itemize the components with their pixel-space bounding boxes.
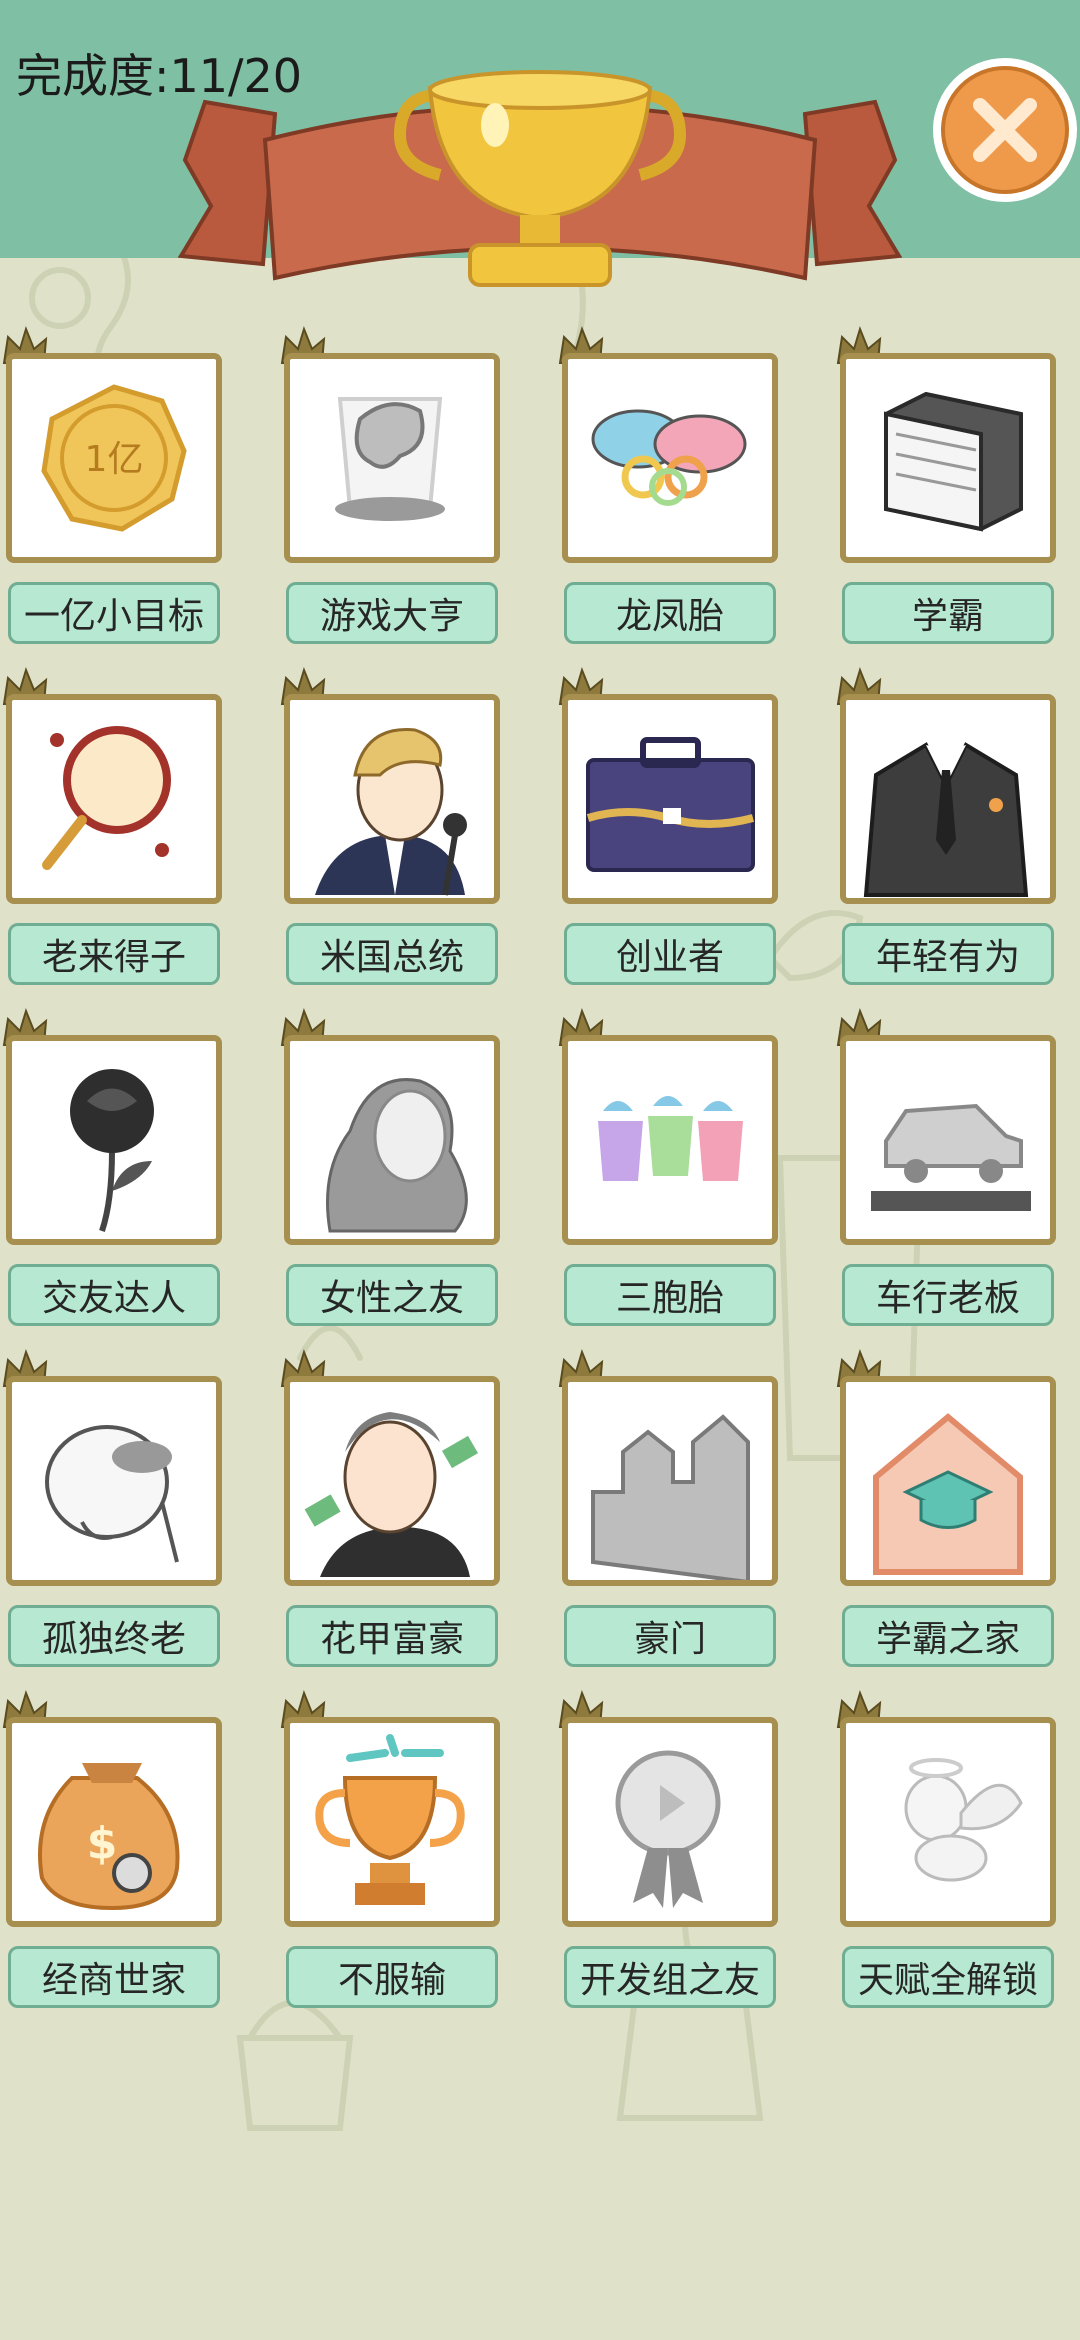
achievement-label: 米国总统 [286,923,498,985]
achievement-label: 开发组之友 [564,1946,776,2008]
achievement-label: 豪门 [564,1605,776,1667]
achievement-tile[interactable] [562,1376,778,1586]
achievement-label: 龙凤胎 [564,582,776,644]
achievement-label: 天赋全解锁 [842,1946,1054,2008]
achievement-tile[interactable] [840,1717,1056,1927]
achievement-tile[interactable] [284,353,500,563]
woman-portrait-icon [326,1078,468,1233]
achievement-label: 交友达人 [8,1264,220,1326]
achievement-tile[interactable] [284,1376,500,1586]
president-speech-icon [315,728,467,896]
achievement-tile[interactable] [840,1376,1056,1586]
close-button[interactable] [930,55,1080,205]
achievement-tile[interactable] [284,694,500,904]
medal-icon [615,1750,721,1908]
svg-text:1亿: 1亿 [85,439,144,480]
achievement-tile[interactable] [6,694,222,904]
achievement-label: 三胞胎 [564,1264,776,1326]
achievement-label: 年轻有为 [842,923,1054,985]
black-rose-icon [70,1069,154,1232]
achievement-label: 学霸之家 [842,1605,1054,1667]
car-showroom-icon [871,1103,1031,1211]
achievement-label: 经商世家 [8,1946,220,2008]
achievement-label: 老来得子 [8,923,220,985]
triplet-bottles-icon [598,1096,743,1181]
svg-text:$: $ [87,1818,118,1869]
achievement-tile[interactable] [840,1035,1056,1245]
achievement-tile[interactable] [284,1035,500,1245]
money-bag-icon: $ [38,1763,180,1911]
lonely-old-man-icon [45,1425,179,1563]
cupid-angel-icon [904,1758,1023,1882]
briefcase-icon [586,737,755,872]
achievement-label: 花甲富豪 [286,1605,498,1667]
achievement-label: 车行老板 [842,1264,1054,1326]
achievement-label: 孤独终老 [8,1605,220,1667]
castle-icon [591,1414,750,1580]
achievement-tile[interactable] [840,353,1056,563]
graduation-house-icon [873,1413,1023,1575]
gold-cup-icon [315,1734,465,1905]
thick-book-icon [884,391,1023,532]
achievement-tile[interactable]: 1亿 [6,353,222,563]
gold-coin-icon: 1亿 [41,384,187,532]
achievement-tile[interactable] [562,694,778,904]
achievement-label: 女性之友 [286,1264,498,1326]
achievement-tile[interactable] [562,1717,778,1927]
rich-old-man-icon [304,1412,478,1577]
suit-icon [863,742,1029,897]
game-controller-trophy-icon [335,397,445,521]
achievement-tile[interactable] [284,1717,500,1927]
achievement-tile[interactable]: $ [6,1717,222,1927]
achievement-tile[interactable] [6,1035,222,1245]
achievement-tile[interactable] [840,694,1056,904]
trophy-ribbon-banner [177,70,903,287]
twin-pacifiers-icon [591,409,747,506]
achievement-tile[interactable] [6,1376,222,1586]
achievement-label: 学霸 [842,582,1054,644]
achievement-label: 一亿小目标 [8,582,220,644]
achievement-tile[interactable] [562,1035,778,1245]
achievement-label: 游戏大亨 [286,582,498,644]
achievement-tile[interactable] [562,353,778,563]
achievement-label: 创业者 [564,923,776,985]
rattle-drum-icon [42,726,171,870]
achievement-label: 不服输 [286,1946,498,2008]
